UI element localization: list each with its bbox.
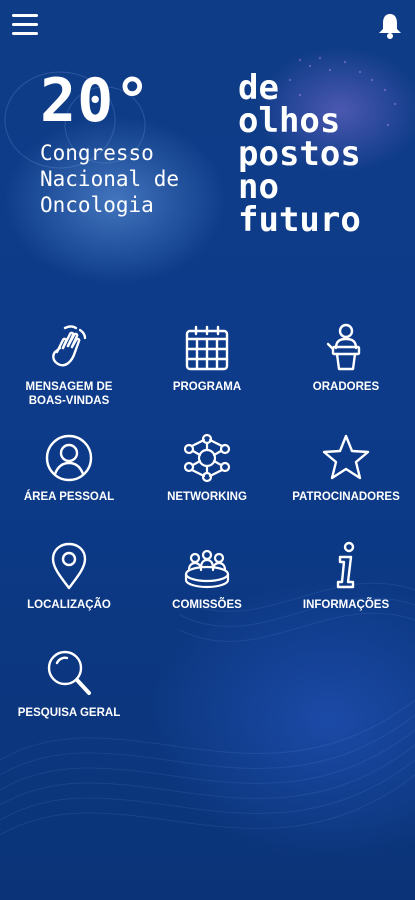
calendar-icon: [185, 325, 229, 371]
tile-label: ÁREA PESSOAL: [23, 491, 115, 503]
tile-general-search[interactable]: PESQUISA GERAL: [0, 648, 138, 720]
edition-number: 20°: [40, 66, 152, 136]
user-circle-icon: [45, 434, 93, 482]
tile-label: ORADORES: [312, 381, 380, 393]
tile-personal-area[interactable]: ÁREA PESSOAL: [0, 432, 138, 504]
top-bar: [0, 0, 415, 52]
hero-banner: 20° Congresso Nacional de Oncologia de o…: [0, 60, 415, 270]
network-icon: [183, 433, 231, 483]
tile-program[interactable]: PROGRAMA: [138, 322, 276, 394]
tile-information[interactable]: INFORMAÇÕES: [277, 540, 415, 612]
congress-title: Congresso Nacional de Oncologia: [40, 141, 180, 217]
notification-bell-icon[interactable]: [377, 12, 403, 40]
tile-label: INFORMAÇÕES: [302, 599, 390, 611]
tile-location[interactable]: LOCALIZAÇÃO: [0, 540, 138, 612]
tile-speakers[interactable]: ORADORES: [277, 322, 415, 394]
tile-networking[interactable]: NETWORKING: [138, 432, 276, 504]
speaker-podium-icon: [326, 323, 361, 371]
tile-committees[interactable]: COMISSÕES: [138, 540, 276, 612]
star-icon: [322, 434, 370, 480]
waving-hand-icon: [52, 325, 87, 367]
tile-sponsors[interactable]: PATROCINADORES: [277, 432, 415, 504]
tile-welcome-message[interactable]: MENSAGEM DE BOAS-VINDAS: [0, 322, 138, 408]
tile-label: COMISSÕES: [172, 599, 242, 611]
search-icon: [47, 650, 91, 695]
tile-label: NETWORKING: [167, 491, 247, 503]
info-icon: [336, 541, 355, 589]
tile-label: MENSAGEM DE BOAS-VINDAS: [25, 381, 113, 407]
tile-label: LOCALIZAÇÃO: [27, 599, 111, 611]
tile-label: PESQUISA GERAL: [17, 707, 121, 719]
committee-icon: [184, 549, 230, 589]
tile-label: PATROCINADORES: [292, 491, 400, 503]
tagline: de olhos postos no futuro: [238, 68, 361, 240]
hamburger-menu-icon[interactable]: [12, 12, 40, 38]
tile-label: PROGRAMA: [172, 381, 242, 393]
location-pin-icon: [51, 542, 87, 590]
